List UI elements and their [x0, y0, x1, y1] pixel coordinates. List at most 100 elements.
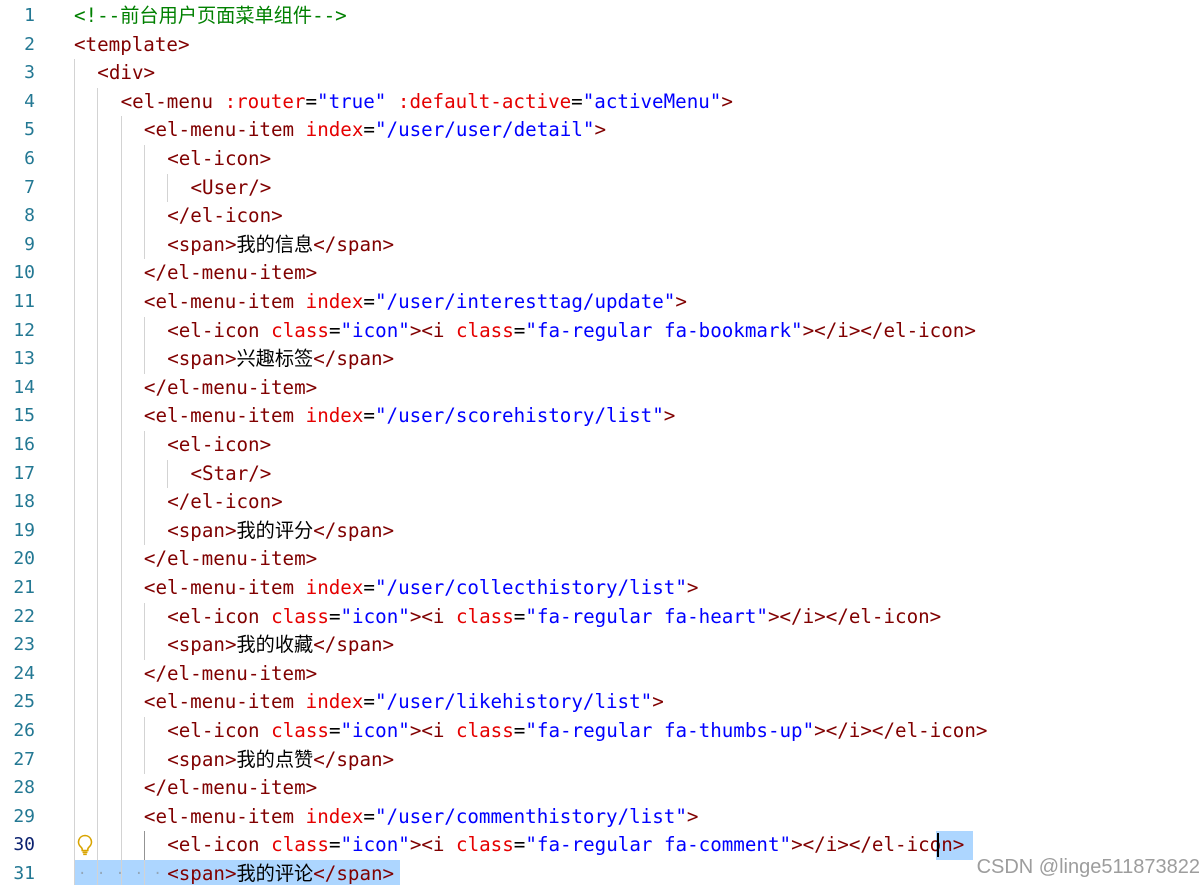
line-number: 28 — [13, 777, 35, 799]
code-token: "icon" — [340, 318, 410, 342]
code-token: <el-menu-item — [143, 404, 295, 428]
indent-guide — [97, 602, 99, 632]
indent-guide — [74, 516, 75, 546]
code-line[interactable]: 12 <el-icon class="icon"><i class="fa-reg… — [0, 316, 1204, 346]
indent-guide — [74, 373, 75, 403]
indent-guide — [143, 488, 145, 517]
code-token: class — [456, 604, 514, 628]
line-number: 20 — [13, 548, 35, 570]
indent-guide — [120, 402, 122, 431]
code-token: = — [305, 89, 318, 113]
code-line[interactable]: 15 <el-menu-item index="/user/scorehistor… — [0, 402, 1204, 431]
indent-guide — [120, 173, 122, 203]
indent-guide — [97, 87, 99, 117]
code-token: > — [686, 804, 699, 828]
code-line[interactable]: 3 <div> — [0, 59, 1204, 88]
code-line[interactable]: 6 <el-icon> — [0, 145, 1204, 174]
code-text: <span>兴趣标签</span> — [167, 345, 394, 374]
code-text: <Star/> — [191, 460, 272, 489]
code-token: > — [663, 404, 676, 428]
code-line[interactable]: 25 <el-menu-item index="/user/likehistory… — [0, 688, 1204, 717]
code-token: </el-icon> — [167, 204, 283, 228]
code-line[interactable]: 20 </el-menu-item> — [0, 545, 1204, 574]
code-line[interactable]: 17 <Star/> — [0, 459, 1204, 489]
line-number: 16 — [13, 434, 35, 455]
indent-guide — [74, 717, 75, 746]
code-token: "/user/commenthistory/list" — [374, 804, 687, 828]
indent-guide — [120, 459, 122, 489]
code-token: = — [363, 576, 375, 599]
code-token: <el-menu-item — [143, 690, 295, 714]
lightbulb-icon[interactable] — [76, 834, 98, 858]
code-token: "/user/likehistory/list" — [374, 690, 653, 714]
indent-guide — [167, 173, 169, 203]
code-line[interactable]: 16 <el-icon> — [0, 431, 1204, 460]
indent-guide — [97, 145, 99, 174]
code-line[interactable]: 28 </el-menu-item> — [0, 774, 1204, 803]
code-text: </el-menu-item> — [144, 660, 317, 689]
line-number: 3 — [24, 62, 35, 84]
code-line[interactable]: 22 <el-icon class="icon"><i class="fa-reg… — [0, 602, 1204, 632]
indent-guide — [74, 459, 75, 489]
indent-guide — [97, 717, 99, 746]
indent-guide — [97, 345, 99, 374]
code-token: = — [363, 118, 375, 142]
code-token: "fa-regular fa-comment" — [525, 833, 792, 857]
indent-guide — [97, 288, 99, 317]
code-token: index — [305, 118, 364, 142]
code-line[interactable]: 8 </el-icon> — [0, 202, 1204, 231]
code-line[interactable]: 2 <template> — [0, 31, 1204, 60]
code-text: </el-menu-item> — [144, 545, 317, 574]
code-line[interactable]: 29 <el-menu-item index="/user/commenthist… — [0, 802, 1204, 832]
line-number: 26 — [13, 720, 35, 741]
code-token: <span> — [167, 347, 237, 371]
code-line[interactable]: 26 <el-icon class="icon"><i class="fa-reg… — [0, 717, 1204, 746]
code-line[interactable]: 10 </el-menu-item> — [0, 259, 1204, 288]
indent-guide — [74, 488, 75, 517]
indent-guide — [120, 574, 122, 603]
indent-guide — [97, 688, 99, 717]
indent-guide — [74, 802, 75, 832]
code-line[interactable]: 4 <el-menu :router="true" :default-active… — [0, 87, 1204, 117]
indent-guide — [74, 116, 75, 145]
code-token: 我的评论 — [236, 862, 314, 885]
code-line[interactable]: 9 <span>我的信息</span> — [0, 230, 1204, 260]
code-line[interactable]: 13 <span>兴趣标签</span> — [0, 345, 1204, 374]
code-line[interactable]: 5 <el-menu-item index="/user/user/detail"… — [0, 116, 1204, 145]
code-editor[interactable]: 1 <!--前台用户页面菜单组件--> 2 <template> 3 <div> 4 <el-… — [0, 2, 1204, 885]
indent-guide — [143, 173, 145, 203]
code-token: ></i></el-icon> — [802, 318, 976, 342]
line-number: 4 — [24, 90, 35, 112]
code-token: 我的评分 — [236, 518, 314, 542]
code-line[interactable]: 21 <el-menu-item index="/user/collecthist… — [0, 574, 1204, 603]
code-line[interactable]: 18 </el-icon> — [0, 488, 1204, 517]
line-number: 6 — [24, 148, 35, 169]
line-number: 17 — [13, 462, 35, 484]
code-line[interactable]: 24 </el-menu-item> — [0, 659, 1204, 689]
code-text: <User/> — [191, 174, 272, 203]
line-number: 18 — [13, 491, 35, 513]
code-line[interactable]: 11 <el-menu-item index="/user/interesttag… — [0, 288, 1204, 317]
line-number: 27 — [13, 748, 35, 770]
code-token: = — [513, 833, 526, 857]
code-token: = — [513, 318, 526, 342]
code-line[interactable]: 1 <!--前台用户页面菜单组件--> — [0, 2, 1204, 31]
code-text: <div> — [97, 59, 155, 88]
code-text: </el-menu-item> — [144, 374, 317, 403]
line-number: 23 — [13, 634, 35, 656]
indent-guide — [74, 774, 75, 803]
code-line[interactable]: 23 <span>我的收藏</span> — [0, 631, 1204, 660]
indent-guide — [74, 431, 75, 460]
code-line[interactable]: 7 <User/> — [0, 173, 1204, 203]
code-token: </el-menu-item> — [143, 547, 318, 571]
indent-guide — [120, 373, 122, 403]
code-line[interactable]: 19 <span>我的评分</span> — [0, 516, 1204, 546]
code-line[interactable]: 27 <span>我的点赞</span> — [0, 745, 1204, 775]
code-token: index — [305, 404, 364, 428]
code-line[interactable]: 14 </el-menu-item> — [0, 373, 1204, 403]
line-number: 7 — [24, 176, 35, 198]
code-token: "icon" — [340, 833, 410, 857]
